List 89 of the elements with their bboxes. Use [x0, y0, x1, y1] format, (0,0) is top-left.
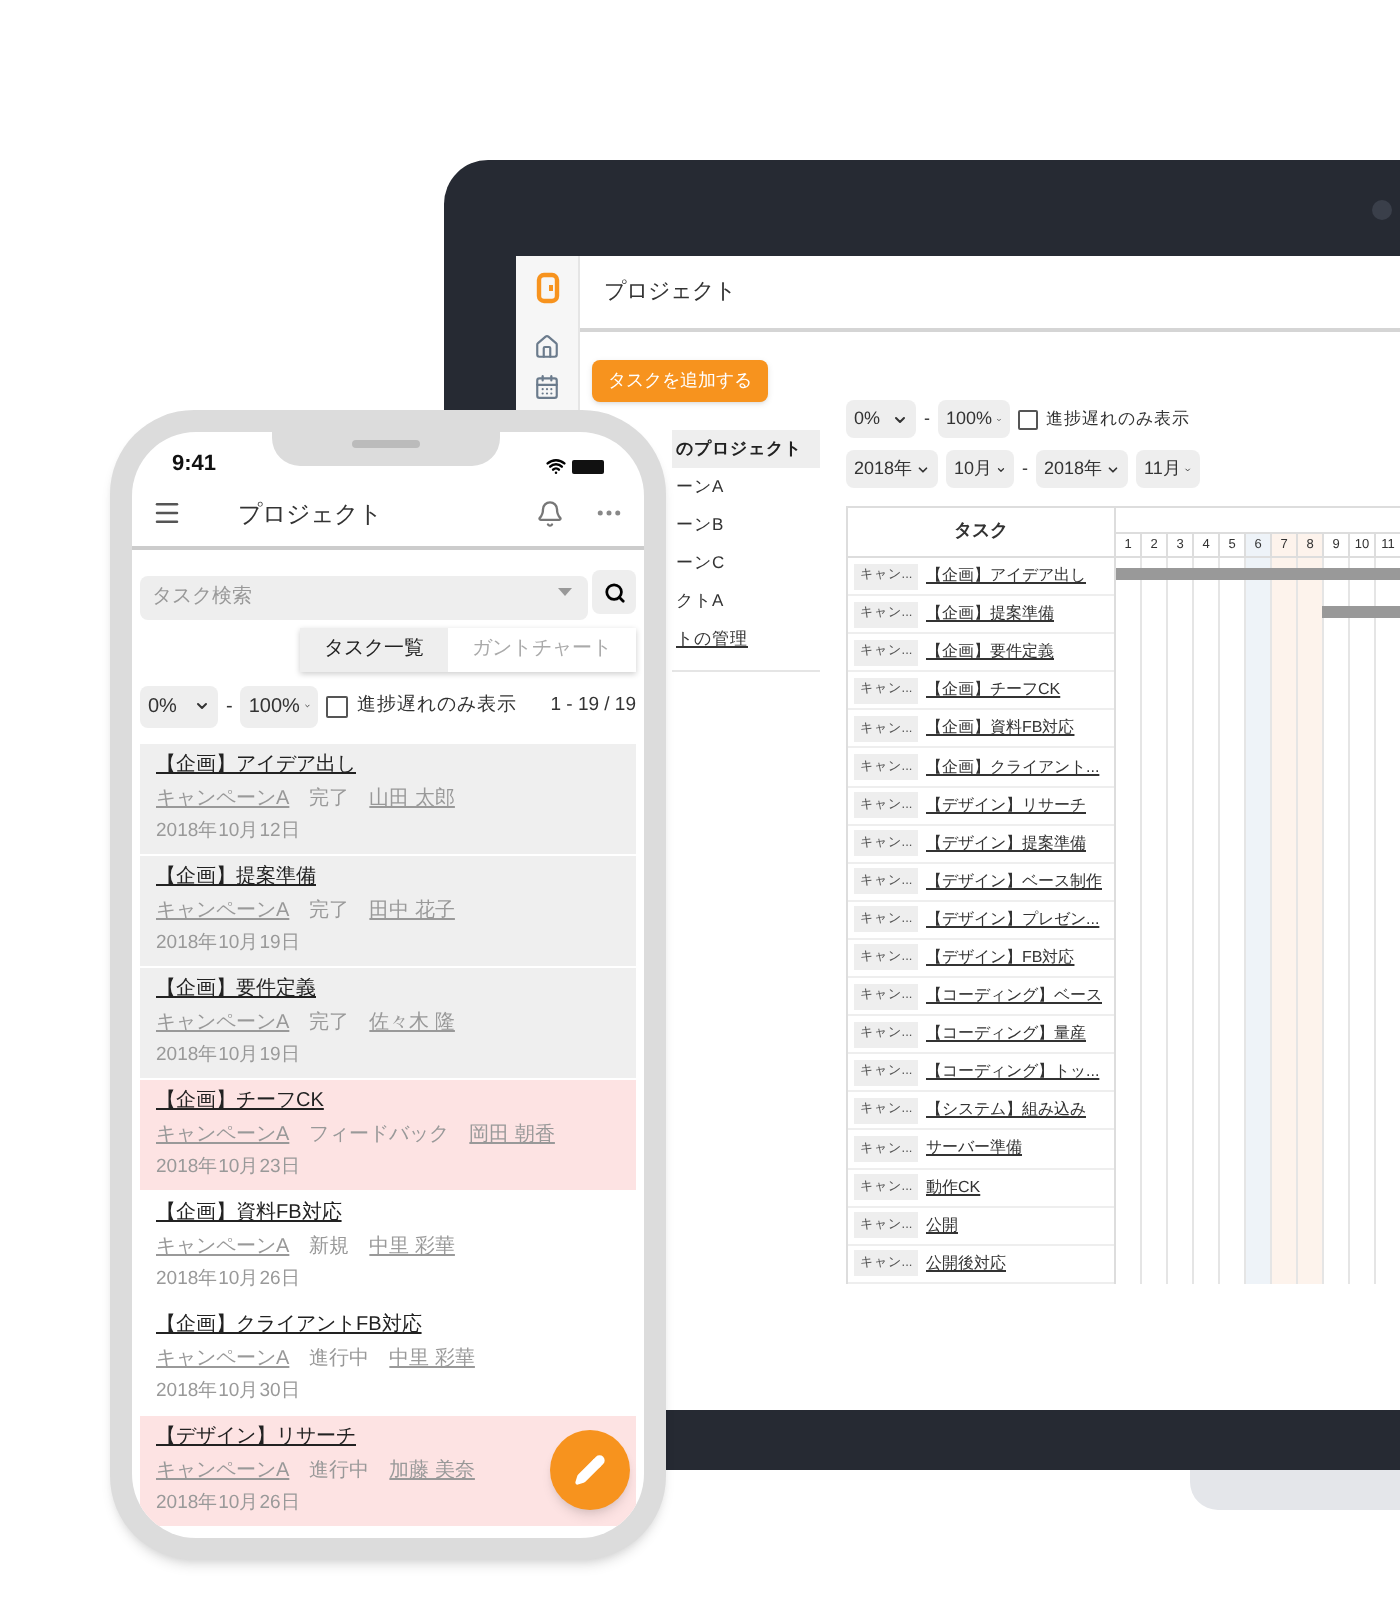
task-link[interactable]: 動作CK	[926, 1175, 981, 1200]
task-title[interactable]: 【企画】チーフCK	[156, 1085, 324, 1115]
project-item[interactable]: ーンC	[672, 544, 820, 582]
chevron-icon	[1106, 461, 1120, 477]
task-date: 2018年10月12日	[156, 817, 301, 845]
task-title[interactable]: 【企画】クライアントFB対応	[156, 1309, 422, 1339]
page-title: プロジェクト	[604, 277, 736, 308]
status-time: 9:41	[172, 449, 217, 479]
task-link[interactable]: 【デザイン】FB対応	[926, 945, 1075, 970]
project-link[interactable]: トの管理	[672, 620, 820, 658]
result-count: 1 - 19 / 19	[550, 691, 636, 720]
task-date: 2018年10月30日	[156, 1377, 301, 1405]
task-status: フィードバック	[309, 1121, 450, 1149]
task-card[interactable]: 【企画】チーフCK キャンペーンA フィードバック 岡田 朝香 2018年10月23日	[140, 1079, 636, 1189]
home-icon[interactable]	[534, 334, 560, 360]
battery-icon	[572, 459, 604, 473]
task-link[interactable]: 【デザイン】リサーチ	[926, 793, 1086, 818]
checkbox[interactable]	[1018, 409, 1038, 429]
task-card[interactable]: 【企画】要件定義 キャンペーンA 完了 佐々木 隆 2018年10月19日	[140, 967, 636, 1077]
dropdown-caret-icon	[558, 588, 572, 596]
task-card[interactable]: 【企画】アイデア出し キャンペーンA 完了 山田 太郎 2018年10月12日	[140, 743, 636, 853]
task-title[interactable]: 【企画】提案準備	[156, 861, 316, 891]
tab[interactable]: タスク一覧	[300, 627, 448, 671]
search-button[interactable]	[592, 570, 636, 614]
task-link[interactable]: 【デザイン】プレゼン...	[926, 907, 1100, 932]
pencil-icon	[574, 1454, 606, 1486]
task-date: 2018年10月19日	[156, 929, 301, 957]
project-item[interactable]: のプロジェクト	[672, 430, 820, 468]
task-link[interactable]: 【コーディング】トッ...	[926, 1060, 1100, 1085]
task-title[interactable]: 【企画】要件定義	[156, 973, 316, 1003]
select-field[interactable]: 0%	[140, 685, 218, 727]
menu-icon[interactable]	[152, 498, 182, 528]
select-field[interactable]: 11月	[1136, 450, 1200, 488]
task-status: 進行中	[309, 1457, 370, 1485]
task-link[interactable]: 【デザイン】提案準備	[926, 831, 1086, 856]
select-field[interactable]: 2018年	[846, 450, 938, 488]
search-field[interactable]: タスク検索	[140, 575, 588, 619]
task-link[interactable]: 【企画】チーフCK	[926, 678, 1061, 703]
select-field[interactable]: 10月	[946, 450, 1014, 488]
select-field[interactable]: 2018年	[1036, 450, 1128, 488]
task-link[interactable]: 【企画】提案準備	[926, 602, 1054, 627]
bell-icon[interactable]	[536, 499, 564, 527]
task-date: 2018年10月26日	[156, 1489, 301, 1517]
range-dash: -	[226, 693, 233, 721]
checkbox-label: 進捗遅れのみ表示	[1046, 406, 1190, 432]
task-status: 新規	[309, 1233, 350, 1261]
task-title[interactable]: 【デザイン】リサーチ	[156, 1421, 356, 1451]
task-link[interactable]: 【コーディング】量産	[926, 1022, 1086, 1047]
chevron-icon	[892, 411, 908, 427]
logo-icon	[535, 272, 559, 304]
range-dash: -	[1022, 455, 1028, 482]
checkbox[interactable]	[326, 695, 349, 717]
column-header: タスク	[848, 508, 1114, 558]
task-date: 2018年10月26日	[156, 1265, 301, 1293]
task-status: 完了	[309, 897, 350, 925]
chevron-icon	[916, 461, 930, 477]
chevron-icon	[194, 698, 210, 714]
task-status: 完了	[309, 785, 350, 813]
task-link[interactable]: 公開	[926, 1213, 958, 1238]
task-link[interactable]: 公開後対応	[926, 1251, 1006, 1276]
project-item[interactable]: ーンB	[672, 506, 820, 544]
task-status: 進行中	[309, 1345, 370, 1373]
wifi-icon	[546, 456, 566, 476]
task-status: 完了	[309, 1009, 350, 1037]
task-card[interactable]: 【デザイン】リサーチ キャンペーンA 進行中 加藤 美奈 2018年10月26日	[140, 1415, 636, 1525]
camera-icon	[1372, 200, 1392, 220]
range-dash: -	[924, 405, 930, 432]
project-item[interactable]: ーンA	[672, 468, 820, 506]
select-field[interactable]: 100%	[938, 400, 1010, 438]
checkbox-label: 進捗遅れのみ表示	[356, 691, 517, 720]
project-item[interactable]: クトA	[672, 582, 820, 620]
task-link[interactable]: 【コーディング】ベース	[926, 984, 1102, 1009]
task-link[interactable]: 【企画】要件定義	[926, 640, 1054, 665]
select-field[interactable]: 100%	[240, 685, 319, 727]
task-date: 2018年10月19日	[156, 1041, 301, 1069]
task-date: 2018年10月23日	[156, 1153, 301, 1181]
task-link[interactable]: 【企画】クライアント...	[926, 755, 1100, 780]
select-field[interactable]: 0%	[846, 400, 916, 438]
task-link[interactable]: サーバー準備	[926, 1136, 1022, 1161]
task-card[interactable]: 【企画】提案準備 キャンペーンA 完了 田中 花子 2018年10月19日	[140, 855, 636, 965]
task-link[interactable]: 【企画】アイデア出し	[926, 564, 1086, 589]
task-link[interactable]: 【企画】資料FB対応	[926, 716, 1075, 741]
task-link[interactable]: 【システム】組み込み	[926, 1098, 1086, 1123]
task-title[interactable]: 【企画】資料FB対応	[156, 1197, 342, 1227]
task-link[interactable]: 【デザイン】ベース制作	[926, 869, 1102, 894]
search-icon	[603, 581, 625, 603]
page-title: プロジェクト	[238, 497, 382, 531]
calendar-icon[interactable]	[534, 374, 560, 400]
task-title[interactable]: 【企画】アイデア出し	[156, 749, 356, 779]
